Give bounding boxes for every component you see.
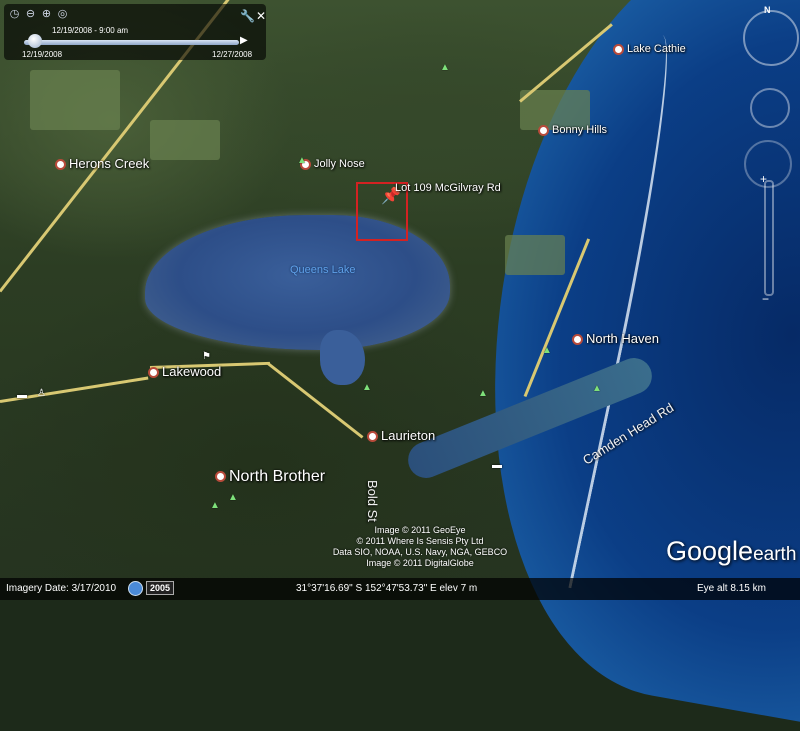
google-earth-logo: Googleearth <box>666 536 797 566</box>
place-marker-icon <box>367 431 378 443</box>
park-tree-icon: ▲ <box>210 500 220 511</box>
place-marker-icon <box>215 471 226 483</box>
north-label[interactable]: N <box>764 5 771 15</box>
time-slider-track[interactable] <box>24 40 239 45</box>
wrench-icon[interactable]: 🔧 <box>240 9 255 23</box>
zoom-in-icon[interactable]: ⊕ <box>40 8 53 21</box>
farmland <box>505 235 565 275</box>
place-marker-icon <box>572 334 583 346</box>
time-slider-panel[interactable]: ◷ ⊖ ⊕ ◎ 12/19/2008 - 9:00 am ▶ 12/19/200… <box>4 4 266 60</box>
satellite-map[interactable]: 📌 Lake Cathie Bonny Hills Herons Creek J… <box>0 0 800 731</box>
play-icon[interactable]: ◎ <box>56 8 69 21</box>
place-marker-icon <box>613 43 624 55</box>
navigation-controls[interactable]: N + − <box>738 0 800 320</box>
lake-label: Queens Lake <box>290 264 356 276</box>
zoom-out-icon[interactable]: − <box>762 292 769 306</box>
place-marker-icon <box>148 367 159 379</box>
clock-icon[interactable]: ◷ <box>8 8 21 21</box>
park-tree-icon: ▲ <box>542 345 552 356</box>
place-lake-cathie[interactable]: Lake Cathie <box>613 43 686 55</box>
place-north-haven[interactable]: North Haven <box>572 331 659 346</box>
farmland <box>30 70 120 130</box>
historical-imagery-icon[interactable] <box>128 581 143 596</box>
park-tree-icon: ▲ <box>440 62 450 73</box>
place-lakewood[interactable]: Lakewood <box>148 364 221 379</box>
end-date: 12/27/2008 <box>212 50 253 59</box>
street-bold-st: Bold St <box>365 480 380 522</box>
time-slider-thumb[interactable] <box>28 34 42 48</box>
park-tree-icon: ▲ <box>297 155 307 166</box>
zoom-slider[interactable] <box>764 180 774 296</box>
park-tree-icon: ▲ <box>362 382 372 393</box>
imagery-attribution: Image © 2011 GeoEye © 2011 Where Is Sens… <box>332 525 508 568</box>
place-bonny-hills[interactable]: Bonny Hills <box>538 124 607 136</box>
farmland <box>150 120 220 160</box>
park-tree-icon: ▲ <box>592 383 602 394</box>
place-laurieton[interactable]: Laurieton <box>367 428 435 443</box>
place-jolly-nose[interactable]: Jolly Nose <box>300 158 365 170</box>
place-marker-icon <box>55 159 66 171</box>
place-north-brother[interactable]: North Brother <box>215 468 325 486</box>
start-date: 12/19/2008 <box>22 50 63 59</box>
park-tree-icon: ▲ <box>478 388 488 399</box>
zoom-out-icon[interactable]: ⊖ <box>24 8 37 21</box>
status-bar: Imagery Date: 3/17/2010 2005 31°37'16.69… <box>0 578 800 600</box>
placemark-lot-109[interactable]: Lot 109 McGilvray Rd <box>395 182 501 194</box>
historical-year-button[interactable]: 2005 <box>146 581 175 595</box>
pointer-coordinates: 31°37'16.69" S 152°47'53.73" E elev 7 m <box>296 583 478 594</box>
eye-altitude: Eye alt 8.15 km <box>697 583 766 594</box>
current-time: 12/19/2008 - 9:00 am <box>52 26 129 35</box>
place-marker-icon <box>538 124 549 136</box>
imagery-date: Imagery Date: 3/17/2010 <box>6 583 117 594</box>
park-tree-icon: ▲ <box>228 492 238 503</box>
place-herons-creek[interactable]: Herons Creek <box>55 156 149 171</box>
person-icon[interactable]: ♙ <box>37 388 46 399</box>
lodging-icon[interactable]: ▬ <box>492 460 502 471</box>
step-forward-icon[interactable]: ▶ <box>240 35 248 46</box>
lodging-icon[interactable]: ▬ <box>17 390 27 401</box>
compass-ring[interactable] <box>743 10 799 66</box>
look-control[interactable] <box>750 88 790 128</box>
close-icon[interactable]: ✕ <box>256 9 266 23</box>
dining-icon[interactable]: ⚑ <box>202 351 211 362</box>
